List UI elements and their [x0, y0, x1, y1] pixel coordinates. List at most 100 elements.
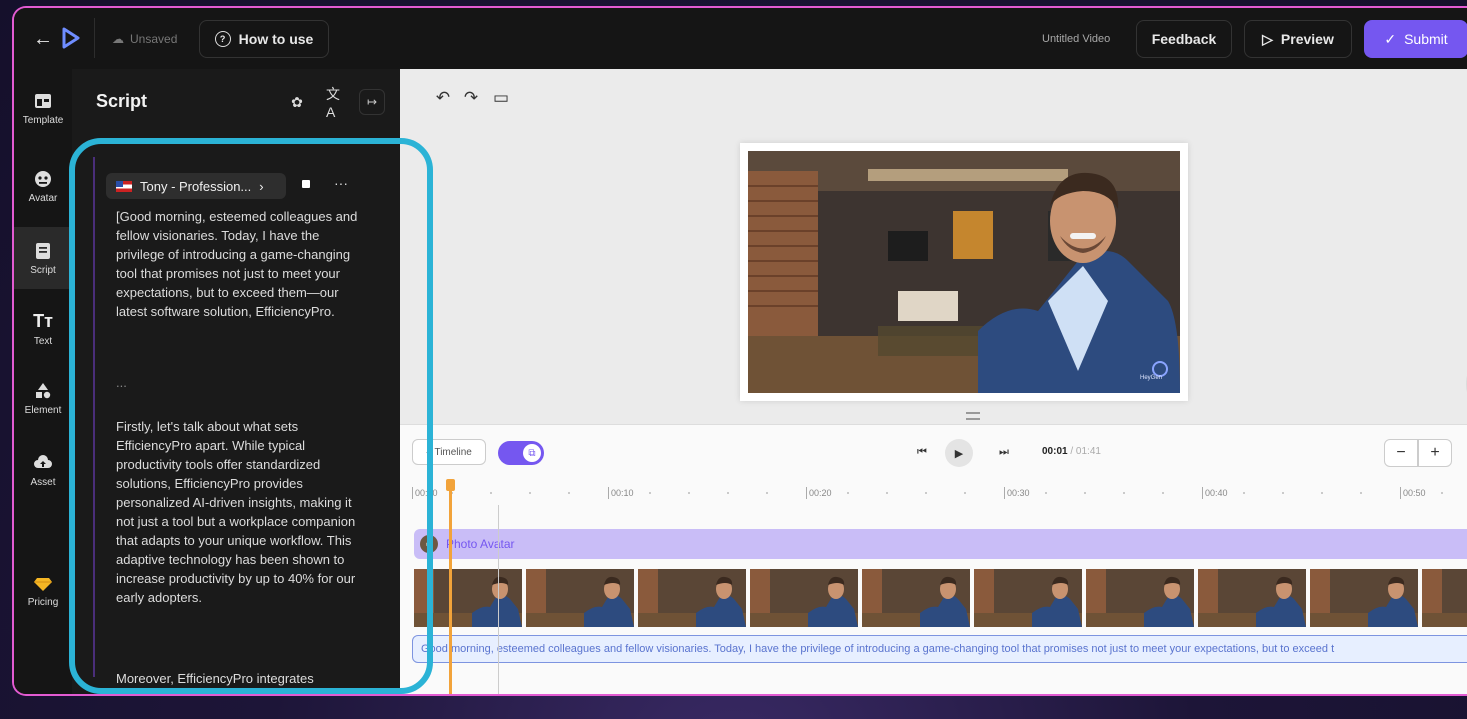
divider — [94, 18, 95, 58]
nav-item-avatar[interactable]: Avatar — [14, 169, 72, 204]
save-status: ☁ Unsaved — [112, 28, 177, 50]
translate-icon[interactable]: 文A — [326, 86, 348, 120]
ruler-dot — [886, 492, 888, 494]
us-flag-icon — [116, 180, 132, 192]
ruler-mark: 00:40 — [1202, 487, 1228, 499]
undo-icon[interactable]: ↶ — [432, 87, 454, 109]
ruler-dot — [1123, 492, 1125, 494]
playhead-handle-icon[interactable] — [446, 479, 455, 491]
duration: / 01:41 — [1070, 446, 1101, 457]
voice-name: Tony - Profession... — [140, 178, 252, 194]
nav-item-script[interactable]: Script — [14, 227, 72, 289]
skip-back-icon[interactable]: ⏮ — [912, 442, 932, 462]
video-frame-thumb — [1310, 569, 1418, 627]
avatar-thumb-icon: ☺ — [420, 535, 438, 553]
editor-window: ← ☁ Unsaved ? How to use Untitled Video … — [12, 6, 1467, 696]
template-icon — [35, 94, 51, 108]
playhead[interactable] — [446, 479, 455, 694]
timeline-label: Timeline — [434, 446, 472, 458]
timeline-toggle[interactable]: ⧉ — [498, 441, 544, 465]
stop-icon[interactable] — [302, 180, 310, 188]
time-ruler: 00:00 00:10 00:20 00:30 00:40 00:50 — [412, 481, 1467, 505]
scene-image — [748, 151, 1180, 393]
video-frame-thumb — [1086, 569, 1194, 627]
chevron-right-icon: › — [259, 178, 264, 194]
submit-button[interactable]: ✓ Submit — [1364, 20, 1467, 58]
preview-button[interactable]: ▷ Preview — [1244, 20, 1352, 58]
zoom-out-button[interactable]: − — [1384, 439, 1418, 467]
video-frame-thumb — [638, 569, 746, 627]
voice-selector[interactable]: Tony - Profession... › — [106, 173, 286, 199]
ruler-dot — [1360, 492, 1362, 494]
avatar-track-label: Photo Avatar — [446, 537, 515, 551]
video-canvas: ↶ ↷ ▭ HeyGen — [400, 69, 1467, 424]
feedback-button[interactable]: Feedback — [1136, 20, 1232, 58]
play-icon: ▶ — [954, 447, 964, 460]
collapse-panel-button[interactable]: ↦ — [359, 89, 385, 115]
ruler-mark: 00:20 — [806, 487, 832, 499]
how-to-use-label: How to use — [238, 31, 314, 47]
layers-icon: ⧉ — [523, 444, 541, 462]
nav-item-template[interactable]: Template — [14, 91, 72, 126]
openai-icon[interactable]: ✿ — [286, 91, 308, 113]
nav-label: Element — [24, 405, 62, 416]
nav-label: Text — [33, 336, 53, 347]
skip-forward-icon[interactable]: ⏭ — [994, 442, 1014, 462]
zoom-in-button[interactable]: + — [1418, 439, 1452, 467]
video-preview[interactable]: HeyGen — [740, 143, 1188, 401]
nav-label: Template — [22, 115, 64, 126]
play-button[interactable]: ▶ — [945, 439, 973, 467]
nav-item-pricing[interactable]: Pricing — [14, 573, 72, 608]
ruler-dot — [1045, 492, 1047, 494]
video-frame-thumb — [414, 569, 522, 627]
element-icon — [36, 383, 51, 399]
script-pause[interactable]: ... — [116, 373, 366, 392]
arrow-right-bar-icon: ↦ — [366, 95, 378, 109]
video-frame-thumb — [1422, 569, 1467, 627]
more-options-icon[interactable]: ··· — [334, 175, 348, 191]
timeline-button[interactable]: ‹ Timeline — [412, 439, 486, 465]
script-panel: Script ✿ 文A ↦ Tony - Profession... › ···… — [72, 69, 400, 694]
nav-label: Avatar — [28, 193, 58, 204]
asset-icon — [34, 455, 52, 468]
ruler-dot — [964, 492, 966, 494]
preview-label: Preview — [1280, 31, 1334, 47]
avatar-track[interactable]: ☺ Photo Avatar — [414, 529, 1467, 559]
video-title[interactable]: Untitled Video — [1042, 30, 1110, 48]
video-frame-thumb — [750, 569, 858, 627]
ruler-dot — [925, 492, 927, 494]
ruler-dot — [766, 492, 768, 494]
ruler-dot — [688, 492, 690, 494]
ruler-dot — [1162, 492, 1164, 494]
monitor-icon[interactable]: ▭ — [490, 87, 512, 109]
ruler-dot — [649, 492, 651, 494]
time-readout: 00:01 / 01:41 — [1042, 446, 1101, 457]
script-paragraph[interactable]: Moreover, EfficiencyPro integrates — [116, 669, 366, 688]
nav-item-asset[interactable]: Asset — [14, 453, 72, 488]
script-paragraph[interactable]: Firstly, let's talk about what sets Effi… — [116, 417, 366, 607]
script-track[interactable]: Good morning, esteemed colleagues and fe… — [412, 635, 1467, 663]
ruler-dot — [1321, 492, 1323, 494]
play-outline-icon: ▷ — [1262, 30, 1273, 47]
redo-icon[interactable]: ↷ — [460, 87, 482, 109]
nav-label: Asset — [30, 477, 56, 488]
timeline-panel: ‹ Timeline ⧉ ⏮ ▶ ⏭ 00:01 / 01:41 − + 00:… — [400, 424, 1467, 694]
how-to-use-button[interactable]: ? How to use — [199, 20, 329, 58]
video-frame-thumb — [974, 569, 1082, 627]
ruler-dot — [529, 492, 531, 494]
resize-handle-icon[interactable] — [966, 412, 980, 420]
nav-label: Script — [30, 264, 56, 276]
ruler-mark: 00:10 — [608, 487, 634, 499]
ruler-dot — [1243, 492, 1245, 494]
video-track[interactable] — [414, 569, 1467, 627]
cloud-icon: ☁ — [112, 32, 124, 46]
back-button[interactable]: ← — [32, 28, 54, 50]
ruler-dot — [490, 492, 492, 494]
ruler-dot — [847, 492, 849, 494]
current-time: 00:01 — [1042, 446, 1068, 457]
ruler-dot — [1441, 492, 1443, 494]
nav-item-element[interactable]: Element — [14, 381, 72, 416]
submit-label: Submit — [1404, 31, 1448, 47]
nav-item-text[interactable]: Tт Text — [14, 311, 72, 347]
script-paragraph[interactable]: [Good morning, esteemed colleagues and f… — [116, 207, 366, 321]
